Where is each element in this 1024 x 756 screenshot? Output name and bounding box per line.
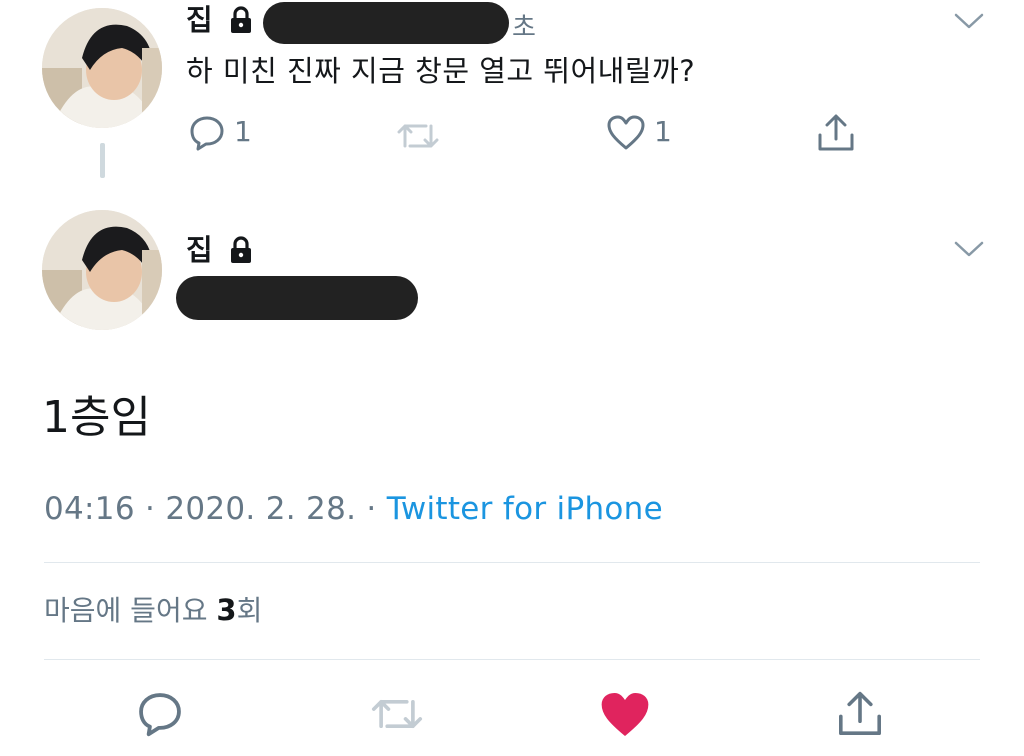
reply-timestamp[interactable]: 초 — [512, 7, 536, 44]
redacted-handle — [263, 2, 509, 44]
meta-separator: · — [145, 491, 156, 527]
redacted-handle — [176, 276, 418, 320]
lock-icon — [231, 236, 251, 263]
reply-icon — [190, 116, 224, 151]
likes-count: 3 — [216, 593, 237, 627]
chevron-down-icon[interactable] — [954, 12, 984, 30]
thread-connector-line — [100, 143, 105, 178]
share-icon[interactable] — [836, 690, 884, 738]
tweet-time[interactable]: 04:16 — [44, 491, 135, 527]
divider — [44, 659, 980, 660]
like-icon — [607, 115, 645, 150]
chevron-down-icon[interactable] — [954, 240, 984, 258]
reply-icon[interactable] — [136, 690, 184, 738]
retweet-icon[interactable] — [396, 118, 440, 154]
reply-action-reply[interactable]: 1 — [188, 114, 268, 154]
like-icon-active[interactable] — [598, 690, 652, 740]
likes-suffix: 회 — [236, 594, 263, 627]
reply-count: 1 — [234, 115, 252, 148]
likes-summary[interactable]: 마음에 들어요 3회 — [44, 596, 262, 625]
reply-tweet-text: 하 미친 진짜 지금 창문 열고 뛰어내릴까? — [186, 54, 696, 88]
reply-author-name[interactable]: 집 — [186, 6, 213, 35]
author-avatar[interactable] — [42, 210, 162, 330]
author-name[interactable]: 집 — [186, 236, 213, 265]
tweet-date[interactable]: 2020. 2. 28. — [165, 491, 356, 527]
likes-label: 마음에 들어요 — [44, 594, 208, 627]
reply-like-count: 1 — [654, 115, 672, 148]
avatar-image — [42, 210, 162, 330]
reply-author-avatar[interactable] — [42, 8, 162, 128]
lock-icon — [231, 6, 251, 33]
meta-separator: · — [366, 491, 377, 527]
tweet-text: 1층임 — [42, 392, 151, 443]
reply-action-like[interactable]: 1 — [606, 114, 686, 154]
divider — [44, 562, 980, 563]
share-icon[interactable] — [816, 113, 856, 153]
tweet-metadata: 04:16 · 2020. 2. 28. · Twitter for iPhon… — [44, 494, 663, 525]
avatar-image — [42, 8, 162, 128]
retweet-icon[interactable] — [370, 692, 424, 736]
tweet-source-link[interactable]: Twitter for iPhone — [387, 491, 663, 527]
